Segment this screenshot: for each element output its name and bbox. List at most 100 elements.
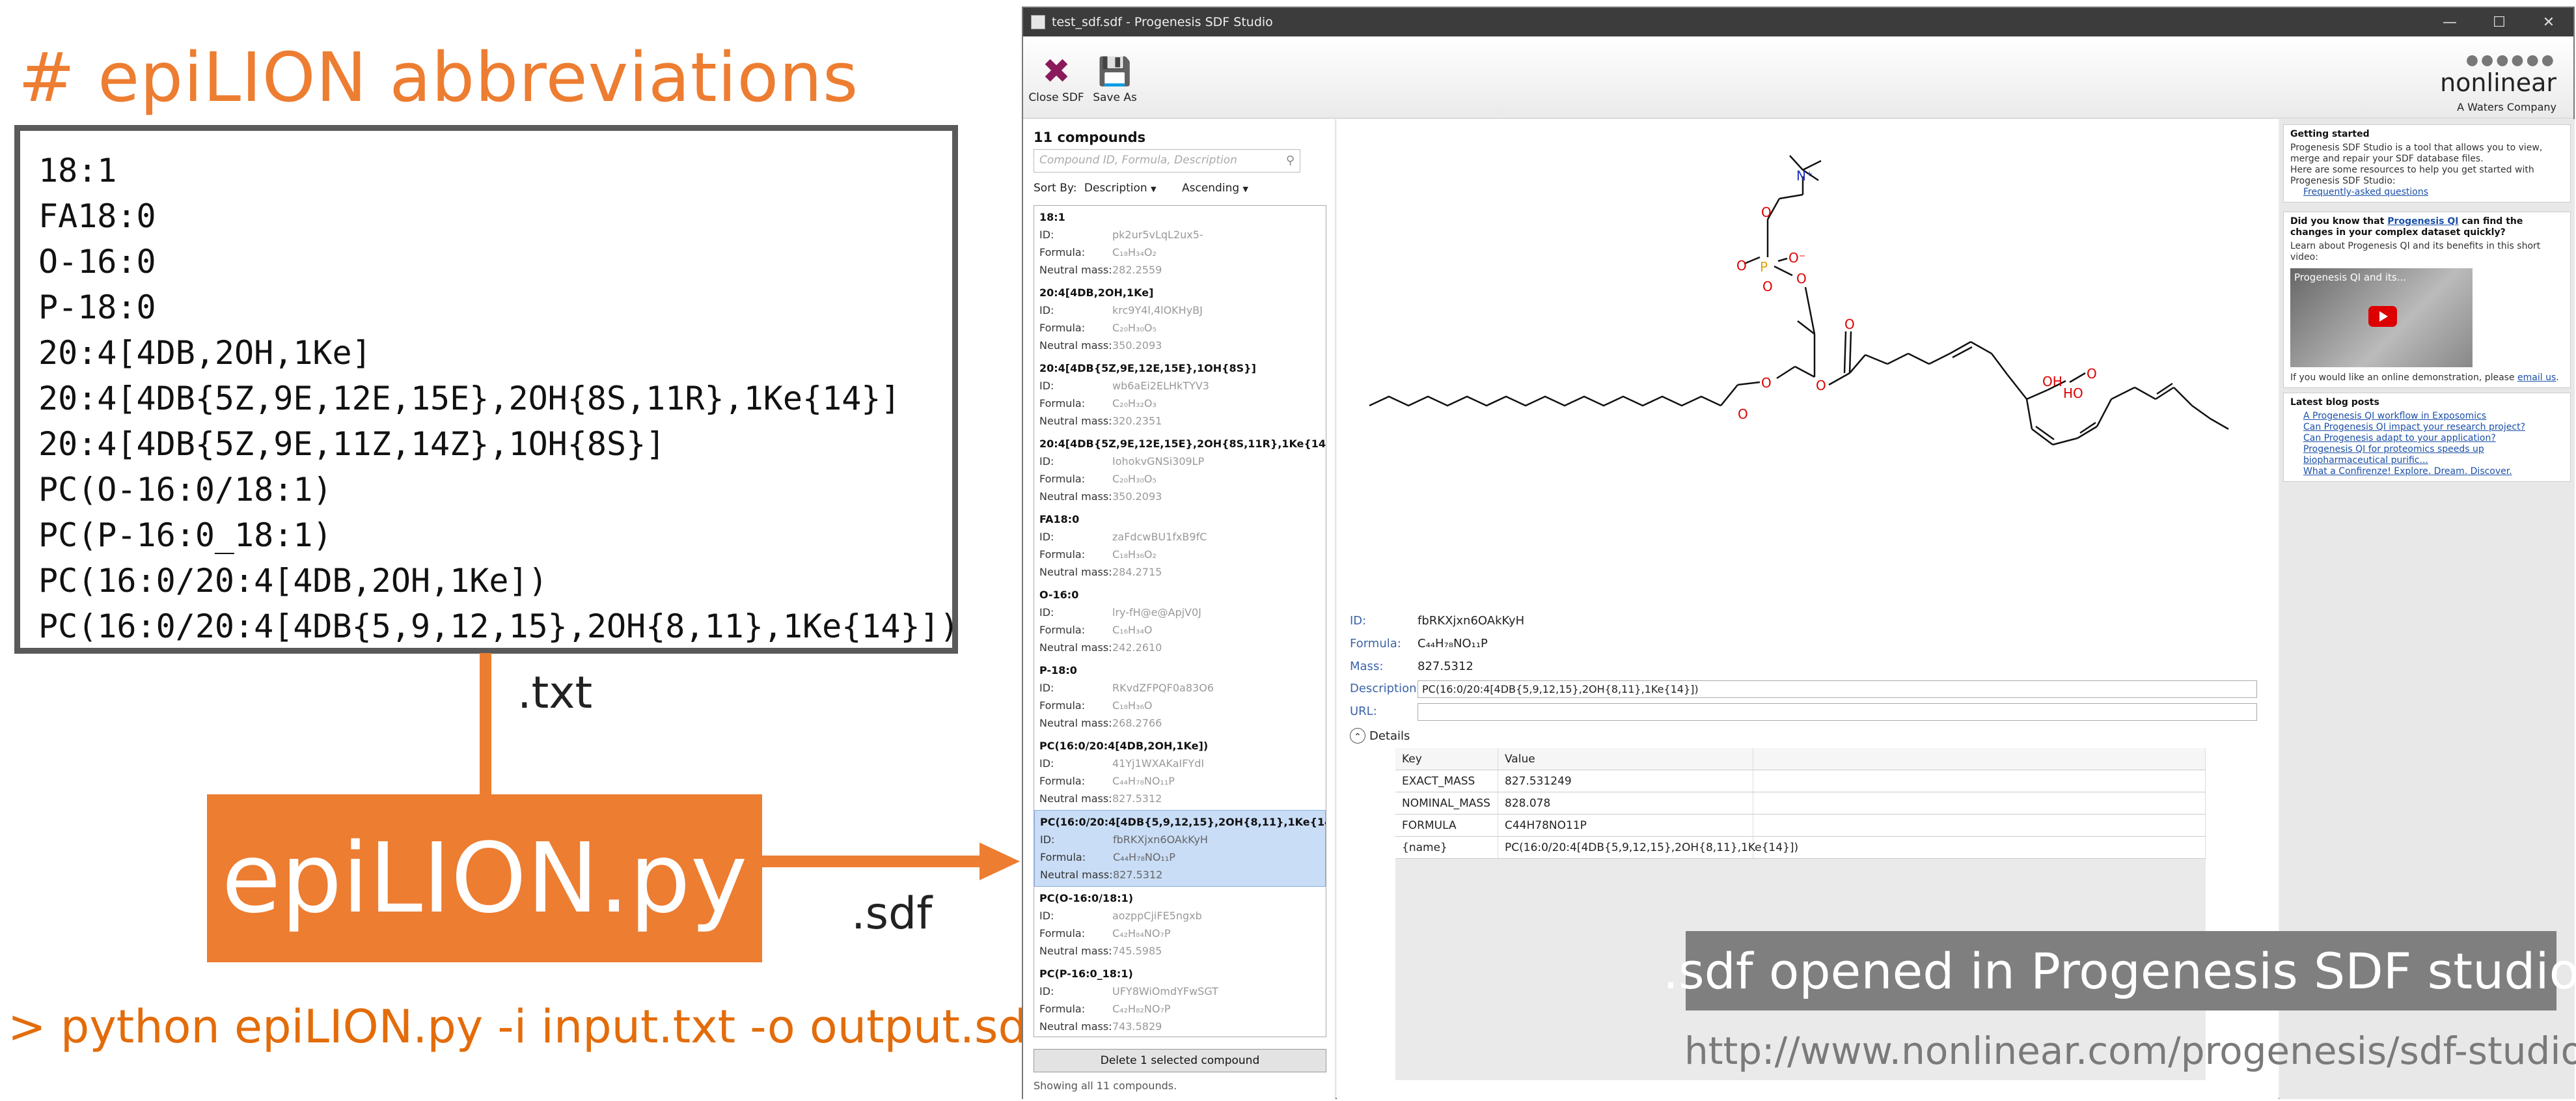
- list-item[interactable]: FA18:0 ID: zaFdcwBU1fxB9fC Formula: C₁₈H₃₆O₂…: [1034, 508, 1326, 583]
- hydroxyl-group: OH: [2042, 374, 2062, 389]
- progenesis-qi-link[interactable]: Progenesis QI: [2387, 216, 2458, 227]
- compound-id-value: IohokvGNSi309LP: [1112, 455, 1205, 467]
- compound-mass-row: Neutral mass: 350.2093: [1039, 488, 1321, 505]
- search-input[interactable]: Compound ID, Formula, Description ⚲: [1034, 149, 1300, 173]
- list-item[interactable]: 20:4[4DB,2OH,1Ke] ID: krc9Y4l,4lOKHyBJ Form…: [1034, 281, 1326, 357]
- card-text: Learn about Progenesis QI and its benefi…: [2290, 241, 2541, 262]
- blog-link[interactable]: Can Progenesis QI impact your research p…: [2303, 422, 2564, 433]
- compound-name: P-18:0: [1039, 664, 1077, 676]
- card-title: Latest blog posts: [2290, 397, 2379, 408]
- table-row[interactable]: EXACT_MASS 827.531249: [1395, 770, 2206, 792]
- blog-link[interactable]: A Progenesis QI workflow in Exposomics: [2303, 411, 2564, 422]
- compound-mass-value: 242.2610: [1112, 641, 1162, 654]
- compound-formula-row: Formula: C₄₄H₇₈NO₁₁P: [1040, 848, 1320, 866]
- compound-mass-row: Neutral mass: 284.2715: [1039, 563, 1321, 581]
- list-item[interactable]: 20:4[4DB{5Z,9E,12E,15E},2OH{8S,11R},1Ke{…: [1034, 432, 1326, 508]
- save-as-label: Save As: [1093, 91, 1137, 104]
- script-box: epiLION.py: [207, 794, 762, 962]
- oxygen-atom: O: [1738, 406, 1748, 422]
- row-value: 828.078: [1498, 792, 1753, 814]
- faq-link[interactable]: Frequently-asked questions: [2303, 187, 2564, 198]
- save-as-button[interactable]: 💾 Save As: [1086, 52, 1144, 104]
- list-item[interactable]: PC(16:0/20:4[4DB{5,9,12,15},2OH{8,11},1K…: [1034, 810, 1326, 887]
- email-link[interactable]: email us: [2517, 372, 2556, 383]
- minimize-button[interactable]: —: [2425, 8, 2474, 36]
- row-spacer: [1753, 792, 2206, 814]
- compound-id-label: ID:: [1039, 531, 1054, 543]
- sort-order-dropdown[interactable]: Ascending ▼: [1182, 182, 1248, 195]
- delete-compound-button[interactable]: Delete 1 selected compound: [1034, 1049, 1326, 1072]
- mass-label: Mass:: [1350, 660, 1384, 673]
- logo-name: nonlinear: [2440, 68, 2556, 97]
- compound-formula-value: C₂₀H₃₂O₃: [1112, 397, 1157, 410]
- search-icon[interactable]: ⚲: [1286, 154, 1295, 167]
- compound-id-row: ID: pk2ur5vLqL2ux5-: [1039, 226, 1321, 244]
- list-item[interactable]: O-16:0 ID: lry-fH@e@ApjV0J Formula: C₁₆H₃₄O N…: [1034, 583, 1326, 659]
- title-bar: test_sdf.sdf - Progenesis SDF Studio — ☐…: [1023, 8, 2573, 36]
- list-item[interactable]: P-18:0 ID: RKvdZFPQF0a83O6 Formula: C₁₈H₃₆O N…: [1034, 659, 1326, 734]
- compound-formula-row: Formula: C₁₈H₃₆O: [1039, 697, 1321, 714]
- url-field[interactable]: [1418, 703, 2257, 721]
- oxygen-atom: O: [2087, 366, 2097, 382]
- list-item[interactable]: 20:4[4DB{5Z,9E,12E,15E},1OH{8S}] ID: wb6aE…: [1034, 357, 1326, 432]
- blog-link[interactable]: Can Progenesis adapt to your application…: [2303, 433, 2564, 444]
- formula-value: C₄₄H₇₈NO₁₁P: [1418, 637, 1488, 650]
- compound-id-row: ID: lry-fH@e@ApjV0J: [1039, 604, 1321, 621]
- play-icon[interactable]: [2368, 306, 2397, 327]
- compound-formula-row: Formula: C₄₂H₈₄NO₇P: [1039, 925, 1321, 942]
- blog-link[interactable]: Progenesis QI for proteomics speeds up b…: [2303, 444, 2564, 466]
- compound-formula-label: Formula:: [1039, 322, 1086, 334]
- sort-field-dropdown[interactable]: Description ▼: [1084, 182, 1157, 195]
- compound-mass-label: Neutral mass:: [1039, 264, 1112, 276]
- compound-id-value: zaFdcwBU1fxB9fC: [1112, 531, 1207, 543]
- blog-link[interactable]: What a Confirenze! Explore. Dream. Disco…: [2303, 466, 2564, 477]
- row-key: EXACT_MASS: [1395, 770, 1498, 792]
- compound-formula-row: Formula: C₂₀H₃₀O₅: [1039, 470, 1321, 488]
- input-line: PC(O-16:0/18:1): [38, 471, 333, 509]
- input-line: 20:4[4DB{5Z,9E,11Z,14Z},1OH{8S}]: [38, 425, 666, 463]
- compound-mass-row: Neutral mass: 242.2610: [1039, 639, 1321, 656]
- input-line: O-16:0: [38, 243, 156, 281]
- compound-mass-row: Neutral mass: 827.5312: [1040, 866, 1320, 884]
- card-text: Progenesis SDF Studio is a tool that all…: [2290, 143, 2543, 164]
- compound-name: PC(16:0/20:4[4DB,2OH,1Ke]): [1039, 740, 1209, 752]
- details-toggle[interactable]: ⌃ Details: [1350, 728, 1410, 744]
- table-row[interactable]: {name} PC(16:0/20:4[4DB{5,9,12,15},2OH{8…: [1395, 837, 2206, 859]
- compound-id-value: pk2ur5vLqL2ux5-: [1112, 229, 1203, 241]
- compound-id-row: ID: IohokvGNSi309LP: [1039, 453, 1321, 470]
- table-row[interactable]: NOMINAL_MASS 828.078: [1395, 792, 2206, 815]
- compound-mass-value: 350.2093: [1112, 339, 1162, 352]
- list-item[interactable]: PC(O-16:0/18:1) ID: aozppCjiFE5ngxb Formula…: [1034, 887, 1326, 962]
- description-field[interactable]: PC(16:0/20:4[4DB{5,9,12,15},2OH{8,11},1K…: [1418, 680, 2257, 698]
- compound-mass-row: Neutral mass: 745.5985: [1039, 942, 1321, 960]
- compound-id-label: ID:: [1039, 985, 1054, 997]
- input-line: FA18:0: [38, 197, 156, 235]
- collapse-icon: ⌃: [1350, 728, 1365, 744]
- id-label: ID:: [1350, 614, 1367, 628]
- nitrogen-atom: N⁺: [1796, 168, 1813, 184]
- table-row[interactable]: FORMULA C44H78NO11P: [1395, 815, 2206, 837]
- header-value[interactable]: Value: [1498, 748, 1753, 770]
- compound-formula-value: C₂₀H₃₀O₅: [1112, 473, 1157, 485]
- row-spacer: [1753, 837, 2206, 858]
- sort-field-value: Description: [1084, 182, 1147, 195]
- close-sdf-button[interactable]: ✖ Close SDF: [1027, 52, 1086, 104]
- list-item[interactable]: PC(P-16:0_18:1) ID: UFY8WiOmdYFwSGT Formula…: [1034, 962, 1326, 1037]
- close-window-button[interactable]: ✕: [2524, 8, 2573, 36]
- compound-mass-value: 320.2351: [1112, 415, 1162, 427]
- list-item[interactable]: 18:1 ID: pk2ur5vLqL2ux5- Formula: C₁₈H₃₄O₂ Ne…: [1034, 206, 1326, 281]
- row-key: FORMULA: [1395, 815, 1498, 836]
- video-thumbnail[interactable]: Progenesis QI and its...: [2290, 268, 2473, 367]
- header-key[interactable]: Key: [1395, 748, 1498, 770]
- compound-formula-label: Formula:: [1039, 624, 1086, 636]
- description-label: Description:: [1350, 682, 1421, 695]
- input-line: 20:4[4DB{5Z,9E,12E,15E},2OH{8S,11R},1Ke{…: [38, 380, 901, 417]
- compound-name: 20:4[4DB,2OH,1Ke]: [1039, 286, 1154, 299]
- list-item[interactable]: PC(16:0/20:4[4DB,2OH,1Ke]) ID: 41Yj1WXAKaI…: [1034, 734, 1326, 810]
- card-title: Did you know that Progenesis QI can find…: [2290, 216, 2564, 238]
- card-footer-text: .: [2556, 372, 2559, 383]
- compound-formula-row: Formula: C₁₈H₃₆O₂: [1039, 546, 1321, 563]
- sort-order-value: Ascending: [1181, 182, 1240, 195]
- maximize-button[interactable]: ☐: [2474, 8, 2524, 36]
- compound-formula-label: Formula:: [1039, 246, 1086, 258]
